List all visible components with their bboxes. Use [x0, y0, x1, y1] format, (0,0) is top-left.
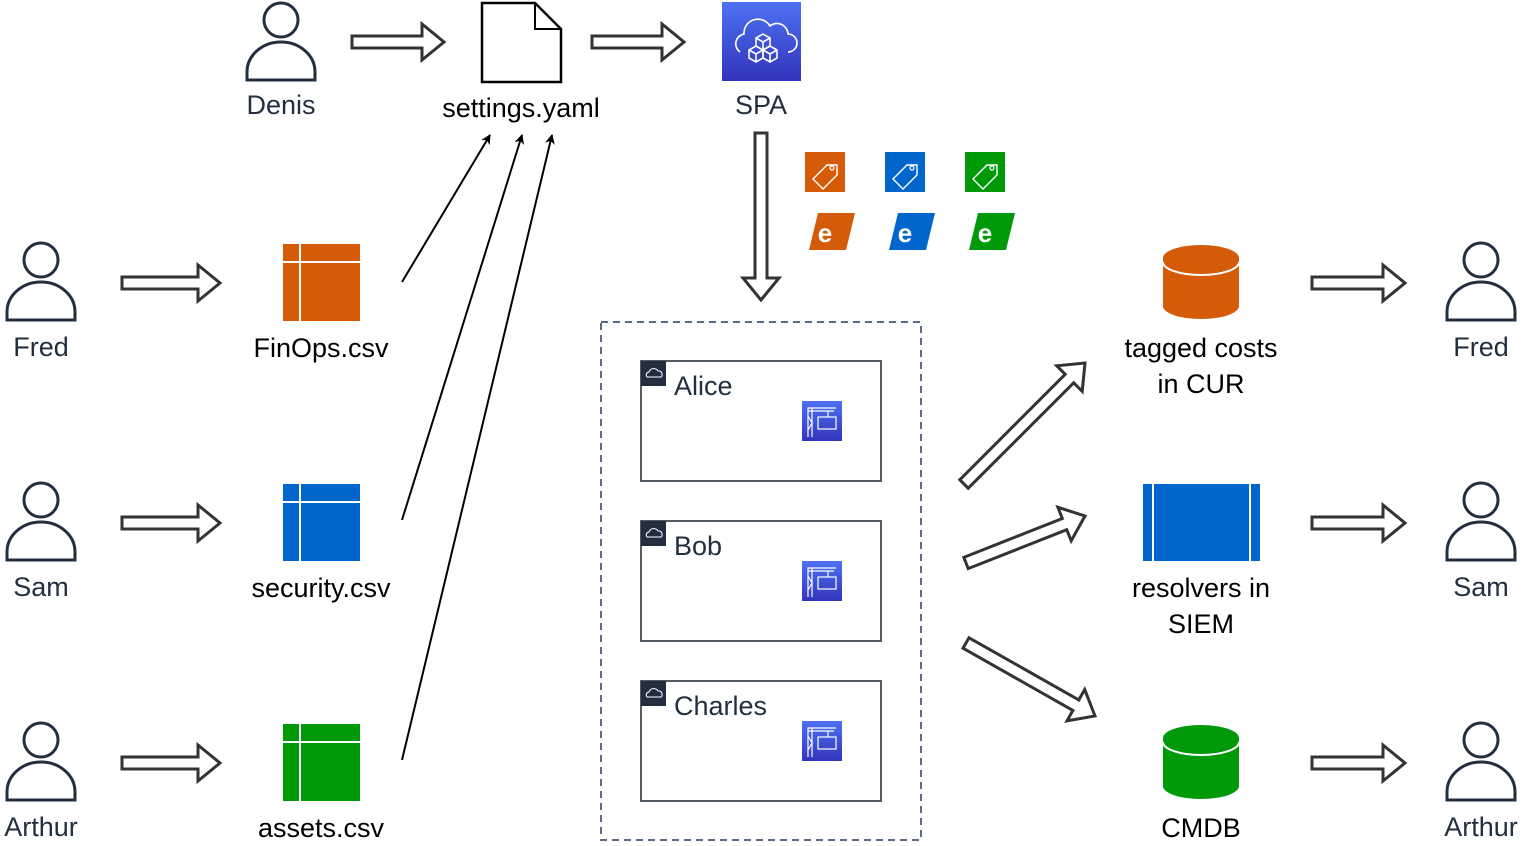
- person-icon-fred-left: [5, 241, 77, 322]
- arrow-finops-to-settings: [401, 134, 491, 283]
- person-icon-sam-left: [5, 481, 77, 562]
- cloud-icon: [641, 361, 666, 386]
- person-label-denis: Denis: [246, 90, 315, 120]
- person-label-sam-left: Sam: [13, 572, 69, 602]
- arrow-spa-to-accounts: [739, 131, 783, 303]
- siem-label-line1: resolvers in: [1132, 573, 1270, 603]
- arrow-denis-to-settings: [350, 20, 447, 64]
- cloud-icon: [641, 681, 666, 706]
- cmdb-label: CMDB: [1161, 813, 1241, 843]
- badge-letter: e: [818, 218, 832, 248]
- arrow-settings-to-spa: [590, 20, 687, 64]
- badge-letter: e: [978, 218, 992, 248]
- cur-label-line2: in CUR: [1157, 369, 1244, 399]
- arrow-accounts-to-cmdb: [960, 635, 1098, 723]
- person-icon-denis: [245, 1, 317, 82]
- account-box-alice: Alice: [640, 360, 882, 482]
- arrow-output-to-sam: [1310, 501, 1408, 545]
- spa-cloud-cubes-icon: [722, 2, 801, 81]
- assets-csv-icon: [283, 724, 360, 801]
- account-name: Bob: [674, 531, 722, 561]
- tag-icon: [965, 152, 1005, 192]
- arrow-fred-to-csv: [120, 261, 223, 305]
- person-label-fred-left: Fred: [13, 332, 69, 362]
- person-icon-arthur-left: [5, 721, 77, 802]
- siem-label-line2: SIEM: [1168, 609, 1234, 639]
- account-box-charles: Charles: [640, 680, 882, 802]
- arrow-security-to-settings: [401, 134, 525, 521]
- account-box-bob: Bob: [640, 520, 882, 642]
- cur-database-icon: [1162, 245, 1240, 319]
- diagram: Denis Fred Sam Arthur Fred Sam Arthur se…: [0, 0, 1522, 846]
- account-name: Alice: [674, 371, 733, 401]
- arrow-output-to-fred: [1310, 261, 1408, 305]
- security-csv-label: security.csv: [251, 573, 391, 603]
- cloud-icon: [641, 521, 666, 546]
- entity-badge-icon: e: [969, 213, 1015, 250]
- arrow-accounts-to-siem: [961, 504, 1088, 571]
- person-label-arthur-right: Arthur: [1444, 812, 1518, 842]
- arrow-accounts-to-cur: [957, 361, 1087, 491]
- crane-code-icon: [802, 721, 842, 761]
- finops-csv-icon: [283, 244, 360, 321]
- cmdb-database-icon: [1162, 725, 1240, 799]
- settings-yaml-label: settings.yaml: [442, 93, 600, 123]
- crane-code-icon: [802, 401, 842, 441]
- assets-csv-label: assets.csv: [258, 813, 385, 843]
- person-label-fred-right: Fred: [1453, 332, 1509, 362]
- arrow-output-to-arthur: [1310, 741, 1408, 785]
- diagram-canvas: Denis Fred Sam Arthur Fred Sam Arthur se…: [4, 1, 1518, 843]
- badge-letter: e: [898, 218, 912, 248]
- person-label-arthur-left: Arthur: [4, 812, 78, 842]
- tag-icon: [885, 152, 925, 192]
- person-icon-arthur-right: [1445, 721, 1517, 802]
- person-icon-sam-right: [1445, 481, 1517, 562]
- account-name: Charles: [674, 691, 767, 721]
- tag-icon: [805, 152, 845, 192]
- cur-label-line1: tagged costs: [1124, 333, 1277, 363]
- arrow-arthur-to-csv: [120, 741, 223, 785]
- document-icon: [480, 1, 563, 84]
- spa-label: SPA: [735, 90, 787, 120]
- person-icon-fred-right: [1445, 241, 1517, 322]
- arrow-sam-to-csv: [120, 501, 223, 545]
- person-label-sam-right: Sam: [1453, 572, 1509, 602]
- siem-icon: [1143, 484, 1260, 561]
- crane-code-icon: [802, 561, 842, 601]
- entity-badge-icon: e: [809, 213, 855, 250]
- security-csv-icon: [283, 484, 360, 561]
- entity-badge-icon: e: [889, 213, 935, 250]
- finops-csv-label: FinOps.csv: [253, 333, 389, 363]
